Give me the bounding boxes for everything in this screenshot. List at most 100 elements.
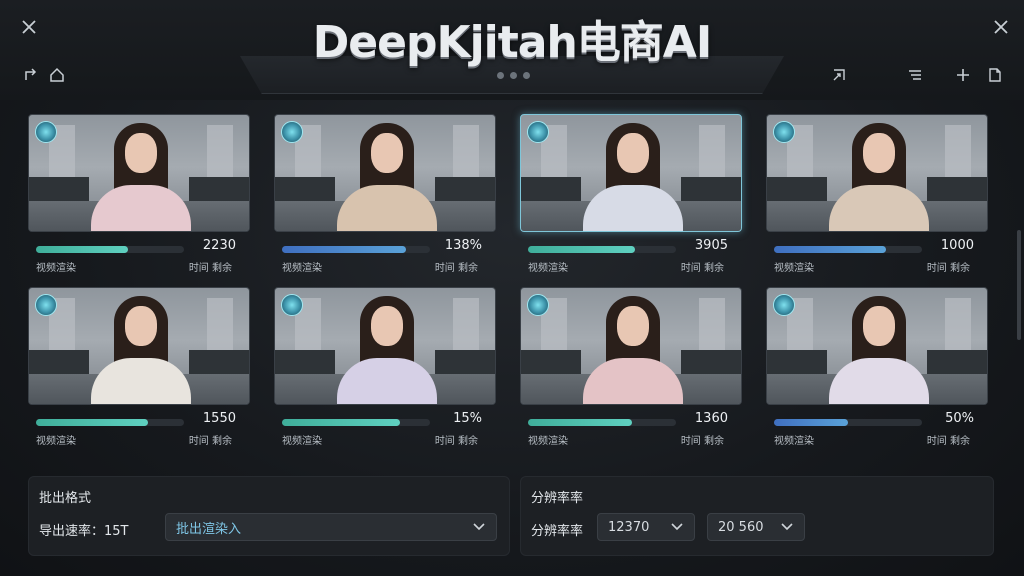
card-sub-label: 时间 剩余 — [680, 436, 724, 447]
progress-fill — [528, 246, 635, 253]
app-title: DeepKjitah电商AI — [312, 17, 712, 68]
video-thumbnail[interactable] — [28, 114, 250, 232]
render-card[interactable]: 1550 视频渲染 时间 剩余 — [28, 287, 250, 447]
progress-track — [774, 419, 922, 426]
card-label: 视频渲染 — [282, 436, 322, 447]
progress-fill — [528, 419, 632, 426]
background-window — [699, 125, 725, 185]
render-card[interactable]: 50% 视频渲染 时间 剩余 — [766, 287, 988, 447]
resolution-label: 分辨率率 — [531, 524, 584, 539]
video-thumbnail[interactable] — [766, 114, 988, 232]
render-card[interactable]: 3905 视频渲染 时间 剩余 — [520, 114, 742, 274]
scrollbar[interactable] — [1017, 230, 1021, 340]
card-value: 1550 — [202, 411, 236, 426]
resolution-width-value: 12370 — [608, 519, 650, 535]
progress-track — [528, 419, 676, 426]
progress-fill — [282, 419, 401, 426]
add-button[interactable] — [952, 64, 974, 86]
card-sub-label: 时间 剩余 — [680, 263, 724, 274]
background-window — [699, 298, 725, 358]
presenter-body — [91, 185, 191, 231]
background-window — [945, 125, 971, 185]
video-thumbnail[interactable] — [28, 287, 250, 405]
card-label: 视频渲染 — [282, 263, 322, 274]
background-window — [453, 298, 479, 358]
card-label: 视频渲染 — [36, 263, 76, 274]
resolution-width-select[interactable]: 12370 — [597, 513, 695, 541]
progress-fill — [282, 246, 407, 253]
render-card[interactable]: 1000 视频渲染 时间 剩余 — [766, 114, 988, 274]
ai-status-icon[interactable] — [281, 294, 303, 316]
progress-track — [36, 246, 184, 253]
progress-track — [774, 246, 922, 253]
pagination-dots[interactable] — [497, 72, 530, 79]
document-button[interactable] — [984, 64, 1006, 86]
video-thumbnail[interactable] — [520, 114, 742, 232]
chevron-down-icon — [671, 523, 683, 531]
card-value: 3905 — [694, 238, 728, 253]
card-sub-label: 时间 剩余 — [926, 263, 970, 274]
export-format-panel: 批出格式 导出速率：15T 批出渲染入 — [28, 476, 510, 556]
resolution-panel: 分辨率率 分辨率率 12370 20 560 — [520, 476, 994, 556]
card-label: 视频渲染 — [528, 436, 568, 447]
progress-track — [36, 419, 184, 426]
filter-button[interactable] — [904, 64, 926, 86]
card-label: 视频渲染 — [774, 263, 814, 274]
resolution-height-select[interactable]: 20 560 — [707, 513, 805, 541]
presenter-body — [583, 358, 683, 404]
ai-status-icon[interactable] — [35, 121, 57, 143]
presenter-body — [829, 185, 929, 231]
ai-status-icon[interactable] — [527, 121, 549, 143]
card-value: 1000 — [940, 238, 974, 253]
ai-status-icon[interactable] — [773, 121, 795, 143]
video-thumbnail[interactable] — [274, 114, 496, 232]
ai-status-icon[interactable] — [773, 294, 795, 316]
chevron-down-icon — [781, 523, 793, 531]
export-format-select[interactable]: 批出渲染入 — [165, 513, 497, 541]
card-value: 50% — [945, 411, 974, 426]
card-label: 视频渲染 — [528, 263, 568, 274]
video-thumbnail[interactable] — [520, 287, 742, 405]
progress-track — [528, 246, 676, 253]
progress-fill — [774, 419, 848, 426]
ai-status-icon[interactable] — [281, 121, 303, 143]
background-window — [945, 298, 971, 358]
presenter-body — [583, 185, 683, 231]
resize-button[interactable] — [828, 64, 850, 86]
ai-status-icon[interactable] — [35, 294, 57, 316]
resolution-panel-title: 分辨率率 — [531, 491, 584, 506]
document-icon — [989, 68, 1001, 82]
share-button[interactable] — [20, 64, 42, 86]
home-button[interactable] — [46, 64, 68, 86]
render-card[interactable]: 1360 视频渲染 时间 剩余 — [520, 287, 742, 447]
presenter-body — [829, 358, 929, 404]
ai-status-icon[interactable] — [527, 294, 549, 316]
card-sub-label: 时间 剩余 — [188, 436, 232, 447]
render-card[interactable]: 138% 视频渲染 时间 剩余 — [274, 114, 496, 274]
render-card[interactable]: 2230 视频渲染 时间 剩余 — [28, 114, 250, 274]
add-icon — [957, 69, 969, 81]
card-label: 视频渲染 — [774, 436, 814, 447]
export-format-value: 批出渲染入 — [176, 521, 242, 537]
video-thumbnail[interactable] — [766, 287, 988, 405]
export-panel-title: 批出格式 — [39, 491, 92, 506]
presenter-face — [617, 133, 649, 173]
card-value: 1360 — [694, 411, 728, 426]
share-icon — [25, 68, 37, 80]
render-card[interactable]: 15% 视频渲染 时间 剩余 — [274, 287, 496, 447]
presenter-face — [371, 133, 403, 173]
progress-track — [282, 419, 430, 426]
presenter-face — [371, 306, 403, 346]
presenter-body — [337, 185, 437, 231]
progress-fill — [36, 419, 149, 426]
presenter-face — [125, 133, 157, 173]
card-sub-label: 时间 剩余 — [188, 263, 232, 274]
export-rate-label: 导出速率：15T — [39, 524, 129, 539]
card-sub-label: 时间 剩余 — [434, 436, 478, 447]
resize-icon — [833, 69, 845, 81]
home-icon — [50, 67, 64, 82]
presenter-body — [91, 358, 191, 404]
video-thumbnail[interactable] — [274, 287, 496, 405]
presenter-face — [617, 306, 649, 346]
presenter-face — [863, 133, 895, 173]
